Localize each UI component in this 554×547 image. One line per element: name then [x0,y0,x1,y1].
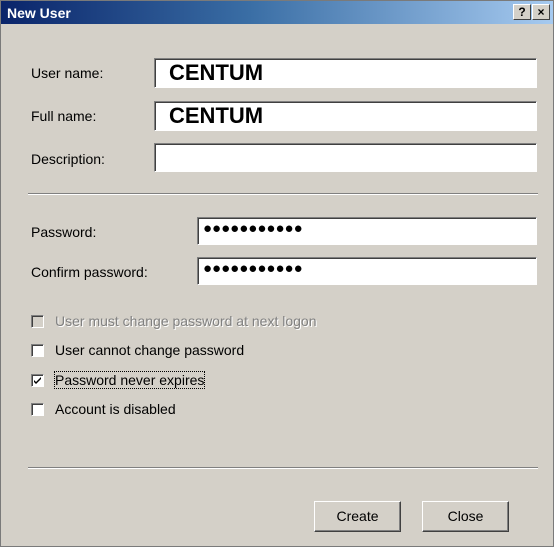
password-input[interactable]: ●●●●●●●●●●● [197,217,537,245]
account-disabled-checkbox[interactable] [31,403,44,416]
fullname-value: CENTUM [169,103,264,128]
username-label: User name: [31,65,104,81]
confirm-password-input[interactable]: ●●●●●●●●●●● [197,257,537,285]
password-label: Password: [31,224,97,240]
separator-top [28,193,538,195]
password-value: ●●●●●●●●●●● [203,220,303,237]
help-button[interactable]: ? [513,4,531,20]
password-never-expires-label: Password never expires [53,371,206,389]
close-window-button[interactable]: × [532,4,550,20]
account-disabled-label: Account is disabled [55,401,176,417]
description-input[interactable] [154,143,537,172]
username-value: CENTUM [169,60,264,85]
checkmark-icon [34,377,41,384]
title-bar[interactable]: New User ? × [1,1,553,24]
fullname-label: Full name: [31,108,97,124]
cannot-change-password-checkbox[interactable] [31,344,44,357]
new-user-dialog: New User ? × User name: CENTUM Full name… [0,0,554,547]
password-never-expires-checkbox[interactable] [31,374,44,387]
description-label: Description: [31,151,105,167]
confirm-password-label: Confirm password: [31,264,148,280]
cannot-change-password-label: User cannot change password [55,342,245,358]
must-change-password-checkbox[interactable] [31,315,44,328]
close-button[interactable]: Close [422,501,509,532]
username-input[interactable]: CENTUM [154,58,537,88]
confirm-password-value: ●●●●●●●●●●● [203,260,303,277]
window-title: New User [7,5,71,21]
separator-bottom [28,467,538,469]
fullname-input[interactable]: CENTUM [154,101,537,131]
create-button[interactable]: Create [314,501,401,532]
must-change-password-label: User must change password at next logon [55,313,317,329]
